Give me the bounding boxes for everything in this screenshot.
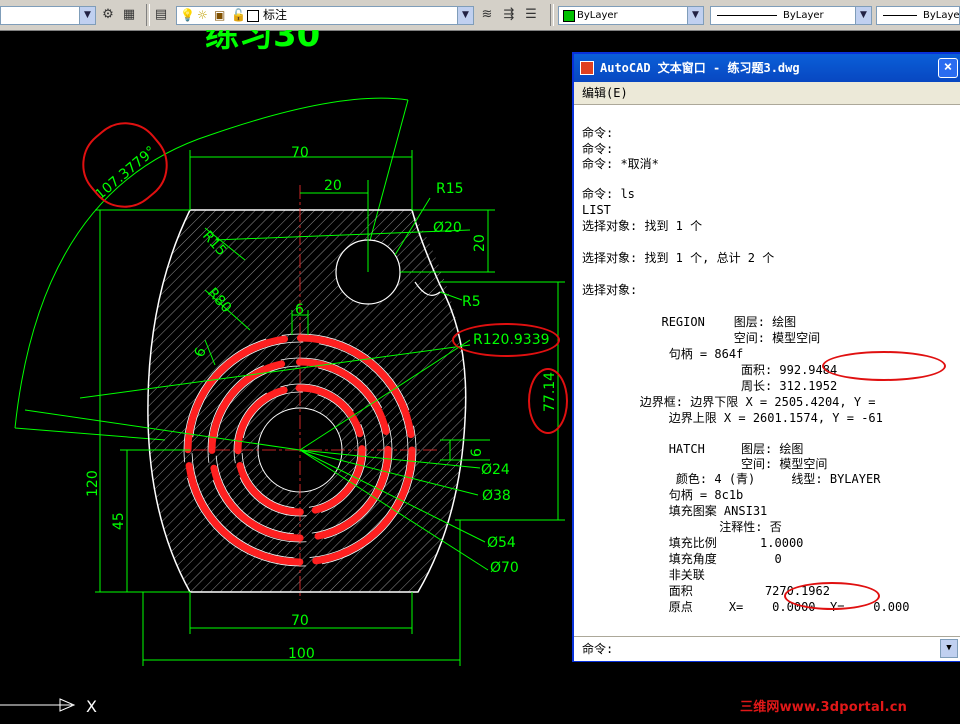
layer-states-icon[interactable]: ☰ [522, 6, 540, 24]
dim-d70: Ø70 [490, 560, 519, 576]
annotation-h77-circle [528, 368, 568, 434]
chevron-down-icon[interactable]: ▼ [940, 639, 958, 658]
history-line: 命令: ls [582, 187, 635, 201]
text-window-titlebar[interactable]: AutoCAD 文本窗口 - 练习题3.dwg × [574, 54, 960, 82]
annotation-region-area-circle [822, 351, 946, 381]
dim-d38: Ø38 [482, 488, 511, 504]
history-line: 非关联 [582, 568, 705, 582]
text-window-title: AutoCAD 文本窗口 - 练习题3.dwg [600, 61, 800, 75]
linetype-preview [717, 15, 777, 16]
history-line: 空间: 模型空间 [582, 457, 828, 471]
chevron-down-icon: ▼ [855, 7, 871, 24]
lineweight-label: ByLaye [923, 10, 960, 21]
chevron-down-icon: ▼ [687, 7, 703, 24]
dim-d20: Ø20 [433, 220, 462, 236]
dim-bottom-100: 100 [288, 646, 315, 662]
layer-freeze-icon[interactable]: ☼ [197, 7, 208, 24]
history-line: 选择对象: 找到 1 个, 总计 2 个 [582, 251, 775, 265]
history-line: 命令: *取消* [582, 157, 659, 171]
history-line: 填充角度 0 [582, 552, 782, 566]
history-line: 填充图案 ANSI31 [582, 504, 768, 518]
history-line: HATCH 图层: 绘图 [582, 442, 804, 456]
history-line: 句柄 = 8c1b [582, 488, 744, 502]
workspace-combo[interactable]: ▼ [0, 6, 96, 25]
command-prompt: 命令: [582, 642, 614, 656]
history-line: 填充比例 1.0000 [582, 536, 804, 550]
color-combo[interactable]: ByLayer ▼ [558, 6, 704, 25]
close-icon[interactable]: × [938, 58, 958, 78]
menu-edit[interactable]: 编辑(E) [582, 86, 628, 100]
history-line: 命令: [582, 142, 614, 156]
history-line: 选择对象: 找到 1 个 [582, 219, 703, 233]
history-line: REGION 图层: 绘图 [582, 315, 797, 329]
layer-previous-icon[interactable]: ⇶ [500, 6, 518, 24]
dim-bottom-70: 70 [291, 613, 309, 629]
dim-h20: 20 [472, 234, 488, 252]
dim-hole-offset-20: 20 [324, 178, 342, 194]
lineweight-combo[interactable]: ByLaye [876, 6, 960, 25]
customize-icon[interactable]: ▦ [120, 6, 138, 24]
history-line: 选择对象: [582, 283, 638, 297]
dim-top-70: 70 [291, 145, 309, 161]
history-line: 周长: 312.1952 [582, 379, 838, 393]
watermark: 三维网www.3dportal.cn [740, 700, 908, 715]
history-line: LIST [582, 203, 611, 217]
annotation-hatch-area-circle [784, 582, 880, 610]
dim-six-right: 6 [469, 448, 485, 457]
layer-name: 标注 [263, 8, 288, 22]
ucs-x-label: X [86, 697, 97, 716]
layer-manager-icon[interactable]: ▤ [152, 6, 170, 24]
history-line: 句柄 = 864f [582, 347, 744, 361]
history-line: 边界框: 边界下限 X = 2505.4204, Y = [582, 395, 876, 409]
ucs-icon: X [0, 697, 97, 716]
linetype-label: ByLayer [783, 10, 824, 21]
history-line: 空间: 模型空间 [582, 331, 821, 345]
history-line: 颜色: 4 (青) 线型: BYLAYER [582, 472, 881, 486]
layer-combo[interactable]: 💡 ☼ ▣ 🔓 标注 ▼ [176, 6, 474, 25]
annotation-r120-circle [452, 323, 560, 357]
dim-d24: Ø24 [481, 462, 510, 478]
layer-color-swatch [247, 10, 259, 22]
layer-vp-freeze-icon[interactable]: ▣ [214, 7, 225, 24]
layer-lock-icon[interactable]: 🔓 [231, 7, 246, 24]
chevron-down-icon: ▼ [79, 7, 95, 24]
dim-d54: Ø54 [487, 535, 516, 551]
dim-six-top: 6 [295, 302, 304, 318]
hatch-region [147, 210, 466, 592]
text-window-menubar: 编辑(E) [574, 82, 960, 105]
lineweight-preview [883, 15, 917, 16]
history-line: 边界上限 X = 2601.1574, Y = -61 [582, 411, 883, 425]
properties-toolbar: ▼ ⚙ ▦ ▤ 💡 ☼ ▣ 🔓 标注 ▼ ≋ ⇶ ☰ ByLayer ▼ ByL… [0, 0, 960, 31]
color-swatch [563, 10, 575, 22]
history-line: 命令: [582, 126, 614, 140]
command-line[interactable]: 命令: ▼ [574, 636, 960, 661]
toolbar-separator [550, 4, 554, 26]
linetype-combo[interactable]: ByLayer ▼ [710, 6, 872, 25]
layer-on-icon[interactable]: 💡 [180, 7, 195, 24]
drawing-title: 练习30 [205, 30, 320, 55]
dim-h120: 120 [85, 470, 101, 497]
toolbar-separator [146, 4, 150, 26]
workspace-settings-icon[interactable]: ⚙ [99, 6, 117, 24]
autocad-text-window: AutoCAD 文本窗口 - 练习题3.dwg × 编辑(E) 命令: 命令: 命令… [572, 52, 960, 662]
angle-leader [14, 427, 166, 441]
autocad-app-icon [580, 61, 594, 75]
history-line: 面积: 992.9484 [582, 363, 838, 377]
dim-h45: 45 [111, 512, 127, 530]
chevron-down-icon: ▼ [457, 7, 473, 24]
dim-r15-top: R15 [436, 181, 464, 197]
dim-r5: R5 [462, 294, 481, 310]
history-line: 注释性: 否 [582, 520, 782, 534]
make-current-layer-icon[interactable]: ≋ [478, 6, 496, 24]
color-label: ByLayer [577, 10, 618, 21]
